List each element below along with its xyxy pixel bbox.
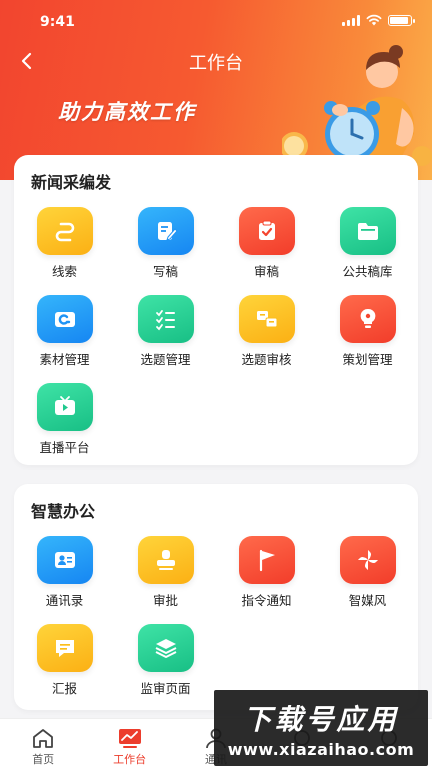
folder-icon: [339, 207, 396, 255]
workbench-chart-icon: [118, 729, 141, 748]
grid-item-label: 审批: [152, 593, 178, 608]
news-grid: 线索 写稿 审稿 公共稿库 素材管理 选题管理 选题审核 策划管理 直播平台: [14, 207, 418, 456]
grid-item-contacts[interactable]: 通讯录: [14, 536, 115, 609]
grid-item-label: 汇报: [51, 681, 77, 696]
grid-item-clue[interactable]: 线索: [14, 207, 115, 280]
grid-item-label: 直播平台: [39, 440, 90, 455]
tab-home[interactable]: 首页: [0, 719, 86, 768]
checklist-icon: [137, 295, 194, 343]
layers-icon: [137, 624, 194, 672]
grid-item-approval[interactable]: 审批: [115, 536, 216, 609]
pinwheel-icon: [339, 536, 396, 584]
lightbulb-icon: [339, 295, 396, 343]
clue-link-icon: [36, 207, 93, 255]
grid-item-label: 写稿: [152, 264, 178, 279]
watermark-url: www.xiazaihao.com: [227, 739, 415, 759]
battery-icon: [388, 14, 415, 26]
section-title-news: 新闻采编发: [31, 173, 112, 192]
grid-item-review[interactable]: 审稿: [216, 207, 317, 280]
banner-slogan: 助力高效工作: [58, 100, 196, 124]
header-banner: 9:41 工作台 助力高效工作: [0, 0, 432, 180]
grid-item-label: 公共稿库: [342, 264, 393, 279]
section-title-office: 智慧办公: [31, 502, 96, 521]
office-grid: 通讯录 审批 指令通知 智媒风 汇报 监审页面: [14, 536, 418, 697]
grid-item-label: 线索: [51, 264, 77, 279]
status-icons: [342, 14, 415, 26]
smart-office-card: 智慧办公 通讯录 审批 指令通知 智媒风 汇报 监审页面: [14, 484, 418, 710]
grid-item-label: 指令通知: [241, 593, 292, 608]
battery-level: [390, 16, 408, 24]
wifi-icon: [366, 14, 382, 26]
grid-item-topic-review[interactable]: 选题审核: [216, 295, 317, 368]
grid-item-label: 策划管理: [342, 352, 393, 367]
stamp-icon: [137, 536, 194, 584]
home-icon: [33, 729, 54, 748]
report-chat-icon: [36, 624, 93, 672]
grid-item-planning[interactable]: 策划管理: [317, 295, 418, 368]
grid-item-label: 监审页面: [140, 681, 191, 696]
grid-item-live-platform[interactable]: 直播平台: [14, 383, 115, 456]
chevron-left-icon: [21, 52, 32, 70]
material-card-icon: [36, 295, 93, 343]
write-document-icon: [137, 207, 194, 255]
grid-item-command-notice[interactable]: 指令通知: [216, 536, 317, 609]
tab-label: 工作台: [113, 753, 147, 766]
topic-review-icon: [238, 295, 295, 343]
grid-item-supervision[interactable]: 监审页面: [115, 624, 216, 697]
grid-item-smart-media[interactable]: 智媒风: [317, 536, 418, 609]
grid-item-topic-management[interactable]: 选题管理: [115, 295, 216, 368]
grid-item-label: 智媒风: [348, 593, 387, 608]
grid-item-label: 选题管理: [140, 352, 191, 367]
tab-workbench[interactable]: 工作台: [86, 719, 172, 768]
grid-item-public-library[interactable]: 公共稿库: [317, 207, 418, 280]
status-time: 9:41: [40, 14, 75, 30]
contacts-icon: [36, 536, 93, 584]
grid-item-write[interactable]: 写稿: [115, 207, 216, 280]
flag-icon: [238, 536, 295, 584]
grid-item-material[interactable]: 素材管理: [14, 295, 115, 368]
grid-item-report[interactable]: 汇报: [14, 624, 115, 697]
grid-item-label: 选题审核: [241, 352, 292, 367]
watermark-title: 下载号应用: [243, 702, 399, 736]
review-clipboard-icon: [238, 207, 295, 255]
back-button[interactable]: [14, 48, 40, 74]
grid-item-label: 素材管理: [39, 352, 90, 367]
grid-item-label: 审稿: [253, 264, 279, 279]
alarm-clock-person-illustration: [282, 45, 432, 166]
watermark: 下载号应用 www.xiazaihao.com: [214, 690, 428, 766]
grid-item-label: 通讯录: [45, 593, 84, 608]
signal-icon: [342, 14, 360, 26]
news-editing-card: 新闻采编发 线索 写稿 审稿 公共稿库 素材管理 选题管理 选题审核 策划管理 …: [14, 155, 418, 465]
tv-play-icon: [36, 383, 93, 431]
tab-label: 首页: [32, 753, 55, 766]
